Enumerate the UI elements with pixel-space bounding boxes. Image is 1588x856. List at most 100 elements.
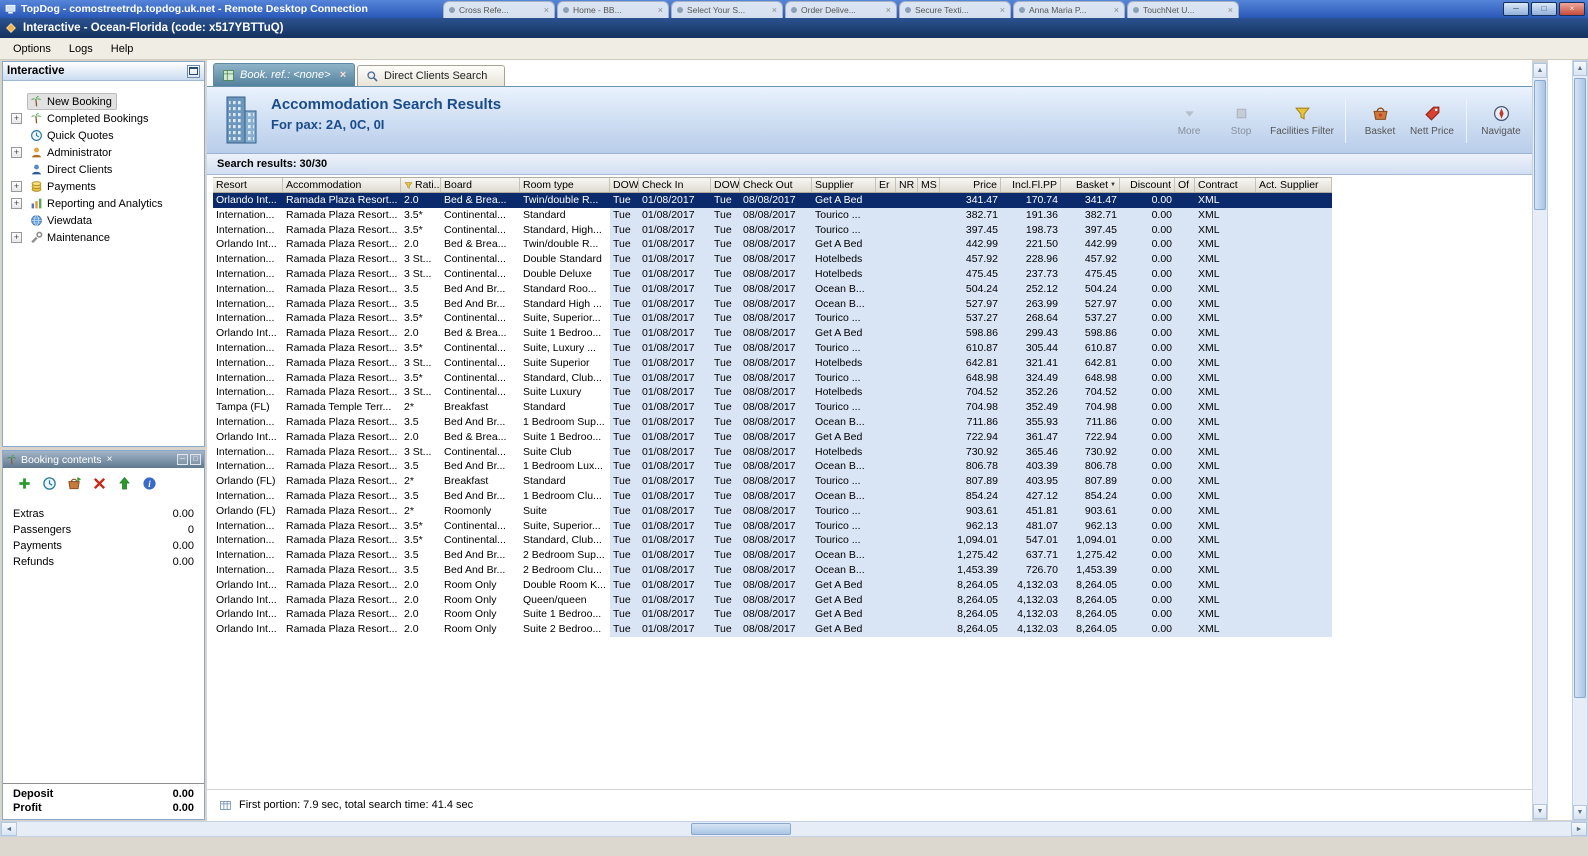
column-header-price[interactable]: Price	[940, 178, 1001, 192]
table-row[interactable]: Internation... Ramada Plaza Resort... 3.5 B…	[213, 562, 1332, 578]
table-row[interactable]: Internation... Ramada Plaza Resort... 3.5*…	[213, 311, 1332, 327]
sidebar-item-administrator[interactable]: + Administrator	[3, 144, 204, 161]
delete-icon[interactable]	[92, 476, 107, 491]
table-row[interactable]: Orlando Int... Ramada Plaza Resort... 2.0 B…	[213, 193, 1332, 208]
browser-tab[interactable]: Secure Texti... ×	[899, 1, 1011, 18]
facilities-filter-button[interactable]: Facilities Filter	[1270, 105, 1334, 137]
table-row[interactable]: Internation... Ramada Plaza Resort... 3 St…	[213, 355, 1332, 371]
table-row[interactable]: Orlando Int... Ramada Plaza Resort... 2.0 B…	[213, 237, 1332, 253]
tab-close-icon[interactable]: ×	[1000, 5, 1005, 15]
table-row[interactable]: Orlando (FL) Ramada Plaza Resort... 2* Room…	[213, 503, 1332, 519]
clock-icon[interactable]	[42, 476, 57, 491]
expand-icon[interactable]: +	[11, 198, 22, 209]
table-row[interactable]: Orlando Int... Ramada Plaza Resort... 2.0 B…	[213, 429, 1332, 445]
tab-close-icon[interactable]: ×	[658, 5, 663, 15]
expand-icon[interactable]: +	[11, 232, 22, 243]
table-row[interactable]: Internation... Ramada Plaza Resort... 3.5 B…	[213, 414, 1332, 430]
tab-close-icon[interactable]: ×	[772, 5, 777, 15]
table-row[interactable]: Internation... Ramada Plaza Resort... 3.5*…	[213, 207, 1332, 223]
column-header-check_out[interactable]: Check Out	[740, 178, 812, 192]
column-header-board[interactable]: Board	[441, 178, 520, 192]
column-header-ms[interactable]: MS	[918, 178, 940, 192]
minimize-button[interactable]: ─	[1503, 2, 1529, 16]
add-icon[interactable]	[17, 476, 32, 491]
table-row[interactable]: Internation... Ramada Plaza Resort... 3.5*…	[213, 518, 1332, 534]
table-row[interactable]: Internation... Ramada Plaza Resort... 3.5*…	[213, 370, 1332, 386]
scroll-down-icon[interactable]: ▼	[1533, 804, 1547, 819]
column-header-supplier[interactable]: Supplier	[812, 178, 876, 192]
expand-icon[interactable]: +	[11, 181, 22, 192]
scroll-down-icon[interactable]: ▼	[1573, 805, 1587, 820]
table-row[interactable]: Internation... Ramada Plaza Resort... 3.5*…	[213, 533, 1332, 549]
table-row[interactable]: Orlando Int... Ramada Plaza Resort... 2.0 R…	[213, 592, 1332, 608]
table-row[interactable]: Internation... Ramada Plaza Resort... 3.5 B…	[213, 296, 1332, 312]
maximize-button[interactable]: □	[1531, 2, 1557, 16]
restore-panel-button[interactable]: □	[190, 454, 201, 465]
table-row[interactable]: Internation... Ramada Plaza Resort... 3 St…	[213, 252, 1332, 267]
scroll-thumb[interactable]	[691, 823, 791, 835]
table-row[interactable]: Orlando (FL) Ramada Plaza Resort... 2* Brea…	[213, 474, 1332, 489]
table-row[interactable]: Orlando Int... Ramada Plaza Resort... 2.0 B…	[213, 326, 1332, 341]
column-header-dow_in[interactable]: DOW	[610, 178, 639, 192]
sidebar-item-quick-quotes[interactable]: Quick Quotes	[3, 127, 204, 144]
rdp-title-bar[interactable]: TopDog - comostreetrdp.topdog.uk.net - R…	[0, 0, 1588, 18]
table-row[interactable]: Internation... Ramada Plaza Resort... 3.5*…	[213, 340, 1332, 356]
table-row[interactable]: Internation... Ramada Plaza Resort... 3.5 B…	[213, 459, 1332, 475]
scroll-up-icon[interactable]: ▲	[1573, 61, 1587, 76]
browser-tab[interactable]: Home - BB... ×	[557, 1, 669, 18]
scroll-thumb[interactable]	[1574, 78, 1586, 698]
column-header-check_in[interactable]: Check In	[639, 178, 711, 192]
column-header-discount[interactable]: Discount	[1120, 178, 1175, 192]
column-header-nr[interactable]: NR	[896, 178, 918, 192]
sidebar-item-direct-clients[interactable]: Direct Clients	[3, 161, 204, 178]
column-header-incl_fl_pp[interactable]: Incl.Fl.PP	[1001, 178, 1061, 192]
navigate-button[interactable]: Navigate	[1478, 105, 1524, 137]
column-header-basket[interactable]: Basket ▼	[1061, 178, 1120, 192]
minimize-panel-button[interactable]: ─	[177, 454, 188, 465]
table-row[interactable]: Orlando Int... Ramada Plaza Resort... 2.0 R…	[213, 577, 1332, 593]
tab-close-icon[interactable]: ×	[340, 69, 346, 81]
column-header-room_type[interactable]: Room type	[520, 178, 610, 192]
browser-tab[interactable]: Order Delive... ×	[785, 1, 897, 18]
column-header-rating[interactable]: Rati...	[401, 178, 441, 192]
menu-logs[interactable]: Logs	[60, 40, 102, 58]
tab-direct-clients-search[interactable]: Direct Clients Search	[357, 65, 505, 86]
table-row[interactable]: Internation... Ramada Plaza Resort... 3 St…	[213, 385, 1332, 401]
expand-icon[interactable]: +	[11, 113, 22, 124]
table-row[interactable]: Tampa (FL) Ramada Temple Terr... 2* Breakfa…	[213, 400, 1332, 415]
scroll-up-icon[interactable]: ▲	[1533, 63, 1547, 78]
browser-tab[interactable]: Cross Refe... ×	[443, 1, 555, 18]
table-vertical-scrollbar[interactable]: ▲ ▼	[1532, 62, 1548, 820]
expand-icon[interactable]: +	[11, 147, 22, 158]
column-header-er[interactable]: Er	[876, 178, 896, 192]
browser-tab[interactable]: Anna Maria P... ×	[1013, 1, 1125, 18]
basket-add-icon[interactable]	[67, 476, 82, 491]
sidebar-item-payments[interactable]: + Payments	[3, 178, 204, 195]
table-row[interactable]: Orlando Int... Ramada Plaza Resort... 2.0 R…	[213, 622, 1332, 637]
table-row[interactable]: Internation... Ramada Plaza Resort... 3 St…	[213, 444, 1332, 460]
basket-button[interactable]: Basket	[1357, 105, 1403, 137]
table-row[interactable]: Internation... Ramada Plaza Resort... 3 St…	[213, 266, 1332, 282]
sidebar-item-maintenance[interactable]: + Maintenance	[3, 229, 204, 246]
booking-contents-titlebar[interactable]: Booking contents × ─ □	[3, 451, 204, 468]
column-header-resort[interactable]: Resort	[213, 178, 283, 192]
horizontal-scrollbar[interactable]: ◄ ►	[0, 821, 1588, 837]
collapse-panel-button[interactable]	[187, 64, 200, 78]
table-row[interactable]: Internation... Ramada Plaza Resort... 3.5 B…	[213, 281, 1332, 297]
tab-close-icon[interactable]: ×	[544, 5, 549, 15]
browser-tab[interactable]: Select Your S... ×	[671, 1, 783, 18]
scroll-left-icon[interactable]: ◄	[1, 822, 17, 836]
column-header-dow_out[interactable]: DOW	[711, 178, 740, 192]
filter-icon[interactable]	[404, 181, 413, 190]
sidebar-item-viewdata[interactable]: Viewdata	[3, 212, 204, 229]
column-header-of[interactable]: Of	[1175, 178, 1195, 192]
column-header-accommodation[interactable]: Accommodation	[283, 178, 401, 192]
nett-price-button[interactable]: Nett Price	[1409, 105, 1455, 137]
table-row[interactable]: Internation... Ramada Plaza Resort... 3.5 B…	[213, 488, 1332, 504]
sidebar-item-new-booking[interactable]: New Booking	[3, 93, 204, 110]
table-row[interactable]: Orlando Int... Ramada Plaza Resort... 2.0 R…	[213, 607, 1332, 623]
scroll-thumb[interactable]	[1534, 80, 1546, 210]
tab-close-icon[interactable]: ×	[1228, 5, 1233, 15]
sidebar-item-completed-bookings[interactable]: + Completed Bookings	[3, 110, 204, 127]
tab-book-ref-none[interactable]: Book. ref.: <none> ×	[213, 63, 355, 86]
